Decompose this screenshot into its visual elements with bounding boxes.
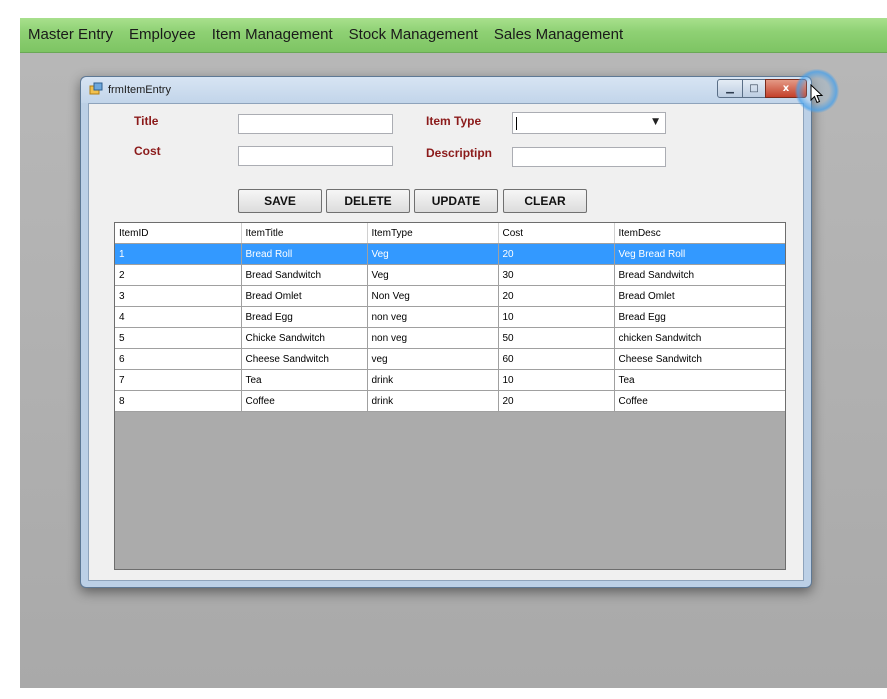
description-input[interactable] bbox=[512, 147, 666, 167]
title-input[interactable] bbox=[238, 114, 393, 134]
table-cell[interactable]: Coffee bbox=[614, 390, 785, 412]
table-cell[interactable]: Non Veg bbox=[367, 285, 499, 307]
table-cell[interactable]: Bread Egg bbox=[614, 306, 785, 328]
table-cell[interactable]: drink bbox=[367, 390, 499, 412]
table-cell[interactable]: 5 bbox=[115, 327, 242, 349]
window-title: frmItemEntry bbox=[108, 84, 171, 96]
window-titlebar[interactable]: frmItemEntry ▁ □ x bbox=[81, 77, 811, 103]
table-cell[interactable]: 50 bbox=[498, 327, 615, 349]
table-row[interactable]: 5 Chicke Sandwitch non veg 50 chicken Sa… bbox=[115, 327, 785, 349]
table-row[interactable]: 4 Bread Egg non veg 10 Bread Egg bbox=[115, 306, 785, 328]
cost-input[interactable] bbox=[238, 146, 393, 166]
column-header-itemtitle[interactable]: ItemTitle bbox=[241, 223, 368, 244]
delete-button[interactable]: DELETE bbox=[326, 189, 410, 213]
table-cell[interactable]: non veg bbox=[367, 306, 499, 328]
table-cell[interactable]: 2 bbox=[115, 264, 242, 286]
form-client-area: Title Cost Item Type Descriptipn ▼ SAVE … bbox=[88, 103, 804, 581]
cost-label: Cost bbox=[134, 144, 161, 158]
column-header-itemdesc[interactable]: ItemDesc bbox=[614, 223, 785, 244]
table-cell[interactable]: Bread Omlet bbox=[614, 285, 785, 307]
table-row[interactable]: 7 Tea drink 10 Tea bbox=[115, 369, 785, 391]
items-data-grid[interactable]: ItemID ItemTitle ItemType Cost ItemDesc … bbox=[114, 222, 786, 570]
table-cell[interactable]: veg bbox=[367, 348, 499, 370]
table-cell[interactable]: 4 bbox=[115, 306, 242, 328]
menu-item-management[interactable]: Item Management bbox=[204, 18, 341, 52]
table-row[interactable]: 8 Coffee drink 20 Coffee bbox=[115, 390, 785, 412]
table-cell[interactable]: Veg bbox=[367, 264, 499, 286]
table-cell[interactable]: 20 bbox=[498, 243, 615, 265]
table-cell[interactable]: 1 bbox=[115, 243, 242, 265]
save-button[interactable]: SAVE bbox=[238, 189, 322, 213]
table-cell[interactable]: Tea bbox=[241, 369, 368, 391]
menu-stock-management[interactable]: Stock Management bbox=[341, 18, 486, 52]
table-cell[interactable]: Cheese Sandwitch bbox=[614, 348, 785, 370]
mouse-pointer-icon bbox=[810, 84, 824, 104]
description-label: Descriptipn bbox=[426, 146, 493, 160]
table-cell[interactable]: 8 bbox=[115, 390, 242, 412]
table-cell[interactable]: Coffee bbox=[241, 390, 368, 412]
maximize-button[interactable]: □ bbox=[742, 79, 766, 98]
table-cell[interactable]: 10 bbox=[498, 306, 615, 328]
table-cell[interactable]: Chicke Sandwitch bbox=[241, 327, 368, 349]
column-header-itemtype[interactable]: ItemType bbox=[367, 223, 499, 244]
table-cell[interactable]: Bread Roll bbox=[241, 243, 368, 265]
column-header-itemid[interactable]: ItemID bbox=[115, 223, 242, 244]
menu-employee[interactable]: Employee bbox=[121, 18, 204, 52]
text-caret bbox=[516, 117, 517, 130]
table-row[interactable]: 2 Bread Sandwitch Veg 30 Bread Sandwitch bbox=[115, 264, 785, 286]
table-row[interactable]: 3 Bread Omlet Non Veg 20 Bread Omlet bbox=[115, 285, 785, 307]
table-cell[interactable]: Veg Bread Roll bbox=[614, 243, 785, 265]
table-cell[interactable]: chicken Sandwitch bbox=[614, 327, 785, 349]
table-row[interactable]: 6 Cheese Sandwitch veg 60 Cheese Sandwit… bbox=[115, 348, 785, 370]
table-cell[interactable]: Bread Sandwitch bbox=[614, 264, 785, 286]
items-table: ItemID ItemTitle ItemType Cost ItemDesc … bbox=[115, 223, 785, 412]
table-cell[interactable]: Bread Egg bbox=[241, 306, 368, 328]
main-menu-bar: Master Entry Employee Item Management St… bbox=[20, 18, 887, 53]
column-header-cost[interactable]: Cost bbox=[498, 223, 615, 244]
table-cell[interactable]: 7 bbox=[115, 369, 242, 391]
title-label: Title bbox=[134, 114, 159, 128]
table-cell[interactable]: Cheese Sandwitch bbox=[241, 348, 368, 370]
dropdown-arrow-icon[interactable]: ▼ bbox=[652, 117, 659, 127]
table-cell[interactable]: 6 bbox=[115, 348, 242, 370]
table-cell[interactable]: Bread Omlet bbox=[241, 285, 368, 307]
table-cell[interactable]: 20 bbox=[498, 390, 615, 412]
table-cell[interactable]: 30 bbox=[498, 264, 615, 286]
table-cell[interactable]: Tea bbox=[614, 369, 785, 391]
menu-sales-management[interactable]: Sales Management bbox=[486, 18, 631, 52]
mdi-parent-area: Master Entry Employee Item Management St… bbox=[20, 18, 887, 688]
item-type-label: Item Type bbox=[426, 114, 482, 128]
table-cell[interactable]: drink bbox=[367, 369, 499, 391]
table-cell[interactable]: Bread Sandwitch bbox=[241, 264, 368, 286]
table-row[interactable]: 1 Bread Roll Veg 20 Veg Bread Roll bbox=[115, 243, 785, 265]
table-cell[interactable]: 20 bbox=[498, 285, 615, 307]
table-cell[interactable]: non veg bbox=[367, 327, 499, 349]
item-type-dropdown[interactable]: ▼ bbox=[512, 112, 666, 134]
minimize-button[interactable]: ▁ bbox=[717, 79, 743, 98]
table-cell[interactable]: Veg bbox=[367, 243, 499, 265]
menu-master-entry[interactable]: Master Entry bbox=[20, 18, 121, 52]
item-entry-window: frmItemEntry ▁ □ x Title Cost Item Type … bbox=[80, 69, 839, 588]
clear-button[interactable]: CLEAR bbox=[503, 189, 587, 213]
table-cell[interactable]: 60 bbox=[498, 348, 615, 370]
table-cell[interactable]: 10 bbox=[498, 369, 615, 391]
grid-header-row: ItemID ItemTitle ItemType Cost ItemDesc bbox=[115, 223, 785, 244]
update-button[interactable]: UPDATE bbox=[414, 189, 498, 213]
form-icon bbox=[89, 82, 103, 95]
table-cell[interactable]: 3 bbox=[115, 285, 242, 307]
